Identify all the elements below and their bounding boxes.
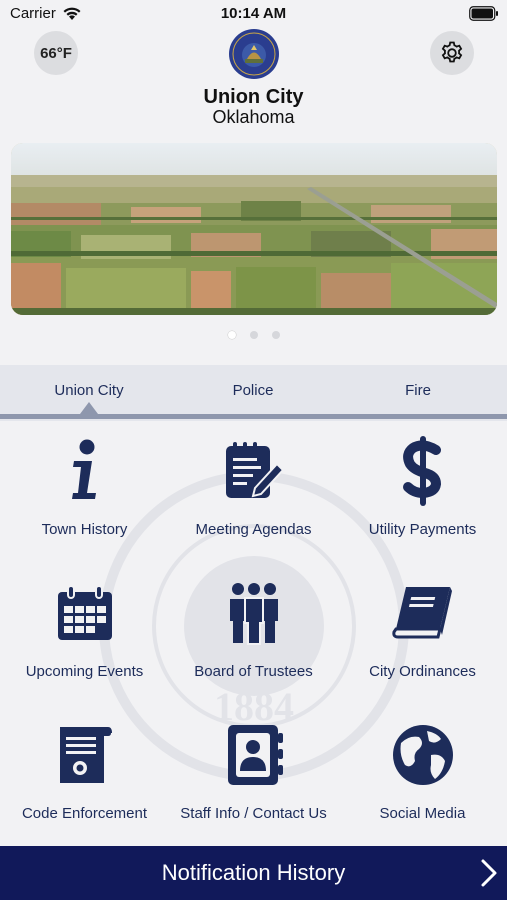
- town-history-button[interactable]: Town History: [0, 418, 169, 560]
- tile-label: Upcoming Events: [25, 663, 144, 680]
- meeting-agendas-button[interactable]: Meeting Agendas: [169, 418, 338, 560]
- upcoming-events-button[interactable]: Upcoming Events: [0, 560, 169, 702]
- page-dot[interactable]: [249, 331, 258, 339]
- dollar-icon: [388, 436, 458, 506]
- banner-image[interactable]: [11, 143, 497, 315]
- staff-info-contact-button[interactable]: Staff Info / Contact Us: [169, 702, 338, 844]
- city-seal-logo: [229, 29, 279, 79]
- notification-history-button[interactable]: Notification History: [0, 846, 507, 900]
- book-icon: [388, 578, 458, 648]
- tile-label: Board of Trustees: [194, 663, 313, 680]
- agenda-icon: [219, 436, 289, 506]
- temperature-badge[interactable]: 66°F: [34, 31, 78, 75]
- tab-fire[interactable]: Fire: [338, 382, 498, 399]
- status-time: 10:14 AM: [220, 5, 287, 22]
- chevron-right-icon: [481, 859, 497, 887]
- code-enforcement-button[interactable]: Code Enforcement: [0, 702, 169, 844]
- group-icon: [219, 578, 289, 648]
- tile-label: Utility Payments: [368, 521, 477, 538]
- city-ordinances-button[interactable]: City Ordinances: [338, 560, 507, 702]
- contact-book-icon: [219, 720, 289, 790]
- page-dot[interactable]: [271, 331, 280, 339]
- battery-icon: [469, 6, 498, 21]
- globe-icon: [388, 720, 458, 790]
- social-media-button[interactable]: Social Media: [338, 702, 507, 844]
- board-of-trustees-button[interactable]: Board of Trustees: [169, 560, 338, 702]
- calendar-icon: [50, 578, 120, 648]
- state-name: Oklahoma: [212, 107, 295, 127]
- tile-label: Town History: [41, 521, 128, 538]
- utility-payments-button[interactable]: Utility Payments: [338, 418, 507, 560]
- gear-icon: [441, 41, 463, 63]
- settings-button[interactable]: [430, 31, 474, 75]
- notification-history-label: Notification History: [161, 860, 346, 885]
- tile-label: City Ordinances: [369, 663, 476, 680]
- tile-label: Meeting Agendas: [195, 521, 312, 538]
- tile-label: Code Enforcement: [21, 805, 148, 822]
- temperature-value: 66°F: [40, 44, 72, 62]
- page-dot[interactable]: [227, 331, 236, 339]
- tab-bar: Union City Police Fire: [0, 365, 507, 421]
- status-bar: Carrier 10:14 AM: [0, 0, 507, 28]
- tile-label: Staff Info / Contact Us: [180, 805, 327, 822]
- tab-police[interactable]: Police: [173, 382, 333, 399]
- tab-selected-indicator: [80, 402, 98, 414]
- banner-page-dots[interactable]: [0, 331, 507, 339]
- tile-label: Social Media: [379, 805, 466, 822]
- city-name: Union City: [203, 86, 304, 108]
- tab-union-city[interactable]: Union City: [9, 382, 169, 399]
- info-icon: [50, 436, 120, 506]
- certificate-icon: [50, 720, 120, 790]
